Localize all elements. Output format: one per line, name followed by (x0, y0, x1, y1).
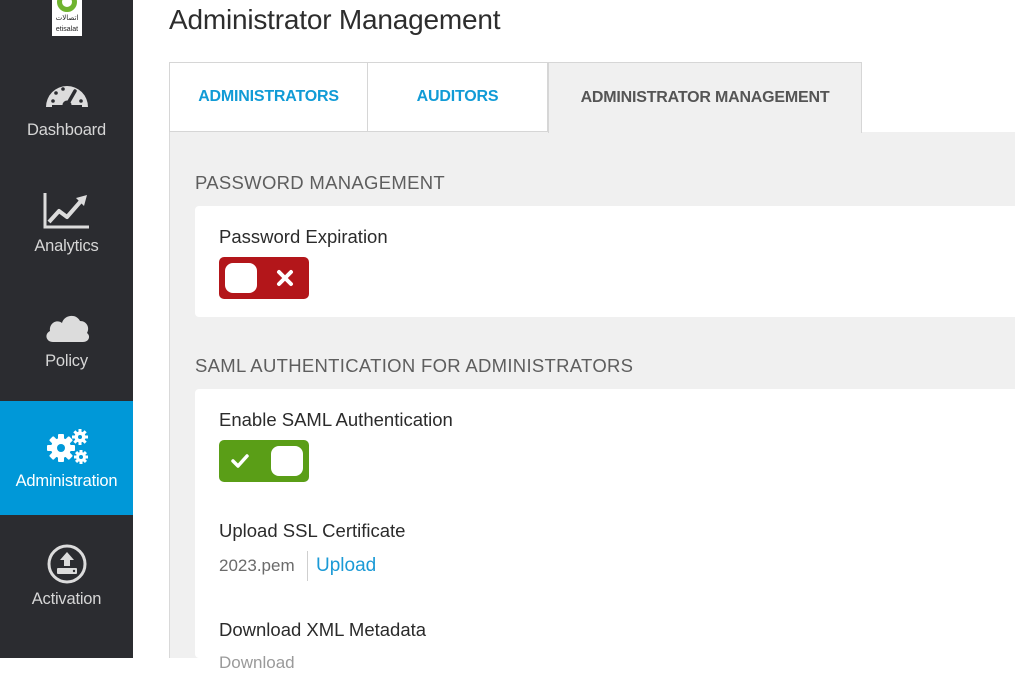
tab-administrator-management[interactable]: ADMINISTRATOR MANAGEMENT (548, 62, 862, 133)
sidebar-item-analytics[interactable]: Analytics (0, 166, 133, 280)
sidebar-item-administration[interactable]: Administration (0, 401, 133, 515)
enable-saml-label: Enable SAML Authentication (219, 409, 453, 430)
cloud-icon (45, 315, 89, 342)
download-xml-link[interactable]: Download (219, 653, 295, 673)
password-expiration-label: Password Expiration (219, 226, 388, 247)
sidebar-item-label: Activation (31, 589, 102, 608)
sidebar-item-label: Analytics (34, 236, 99, 255)
tab-administrators[interactable]: ADMINISTRATORS (169, 62, 368, 132)
tab-label: ADMINISTRATOR MANAGEMENT (580, 89, 830, 106)
download-xml-metadata-label: Download XML Metadata (219, 619, 427, 640)
sidebar-item-dashboard[interactable]: Dashboard (0, 50, 133, 164)
password-expiration-toggle[interactable] (219, 257, 309, 299)
logo-latin-text: etisalat (55, 26, 79, 33)
logo-arabic-text: اتصالات (55, 14, 79, 22)
etisalat-logo[interactable]: اتصالات etisalat (52, 0, 82, 36)
sidebar-item-label: Policy (45, 351, 88, 370)
tab-auditors[interactable]: AUDITORS (367, 62, 548, 132)
sidebar-item-label: Administration (15, 471, 118, 490)
dashboard-gauge-icon (45, 85, 88, 109)
ssl-certificate-filename: 2023.pem (219, 556, 295, 575)
sidebar-item-policy[interactable]: Policy (0, 281, 133, 395)
sidebar: اتصالات etisalat Dashboard Analytics Pol… (0, 0, 133, 658)
tab-label: AUDITORS (416, 88, 499, 105)
sidebar-item-label: Dashboard (27, 120, 106, 139)
password-management-card: Password Expiration (195, 206, 1015, 317)
gears-icon (46, 428, 88, 464)
password-management-heading: PASSWORD MANAGEMENT (195, 172, 445, 193)
tab-label: ADMINISTRATORS (198, 88, 339, 105)
divider (307, 551, 308, 581)
analytics-chart-icon (43, 192, 89, 228)
toggle-knob (271, 446, 303, 476)
saml-authentication-heading: SAML AUTHENTICATION FOR ADMINISTRATORS (195, 355, 634, 376)
checkmark-icon (231, 454, 249, 468)
upload-circle-icon (47, 544, 86, 583)
toggle-knob (225, 263, 257, 293)
close-x-icon (277, 270, 293, 286)
sidebar-item-activation[interactable]: Activation (0, 519, 133, 633)
logo-mark-icon (57, 0, 77, 12)
upload-certificate-link[interactable]: Upload (316, 555, 376, 577)
saml-authentication-card: Enable SAML Authentication Upload SSL Ce… (195, 389, 1015, 672)
upload-ssl-certificate-label: Upload SSL Certificate (219, 520, 406, 541)
enable-saml-toggle[interactable] (219, 440, 309, 482)
page-title: Administrator Management (169, 4, 501, 35)
